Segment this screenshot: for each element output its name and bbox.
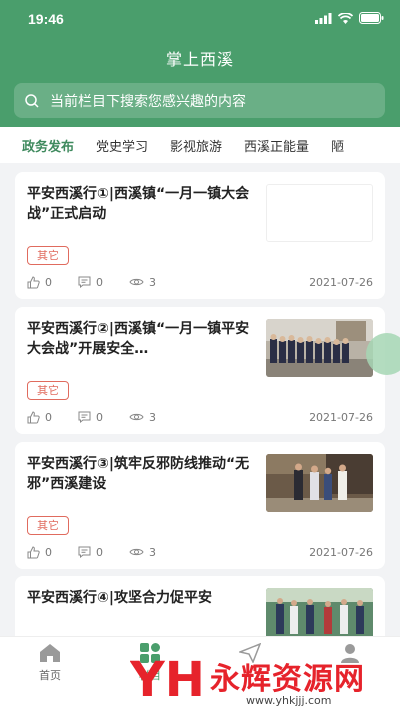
status-bar: 19:46 (0, 0, 400, 38)
like-stat[interactable]: 0 (27, 411, 52, 424)
category-tag: 其它 (27, 516, 69, 535)
signal-icon (315, 12, 332, 24)
like-stat[interactable]: 0 (27, 546, 52, 559)
article-title: 平安西溪行①|西溪镇“一月一镇大会战”正式启动 (27, 186, 250, 222)
comment-count: 0 (96, 545, 103, 559)
comment-stat[interactable]: 0 (78, 546, 103, 559)
battery-icon (359, 12, 384, 24)
watermark-logo: YH (130, 652, 205, 706)
view-count: 3 (149, 275, 156, 289)
comment-icon (78, 546, 91, 558)
article-thumbnail (266, 184, 373, 242)
tabbar-home-label: 首页 (39, 669, 61, 682)
view-stat: 3 (129, 546, 156, 559)
app-header: 19:46 掌上西溪 当前栏目下搜索您感兴趣的内容 (0, 0, 400, 127)
status-icons (315, 12, 384, 24)
article-title: 平安西溪行②|西溪镇“一月一镇平安大会战”开展安全… (27, 321, 250, 357)
tab-positive-energy[interactable]: 西溪正能量 (244, 136, 309, 155)
view-count: 3 (149, 410, 156, 424)
article-card[interactable]: 平安西溪行①|西溪镇“一月一镇大会战”正式启动 其它 0 0 3 2021-07… (15, 172, 385, 299)
like-count: 0 (45, 275, 52, 289)
comment-stat[interactable]: 0 (78, 411, 103, 424)
thumbs-up-icon (27, 410, 40, 423)
like-count: 0 (45, 410, 52, 424)
home-icon (40, 644, 60, 662)
photo-street-visit (266, 454, 373, 512)
article-photo (266, 454, 373, 512)
article-title: 平安西溪行③|筑牢反邪防线推动“无邪”西溪建设 (27, 456, 250, 492)
thumbs-up-icon (27, 275, 40, 288)
view-stat: 3 (129, 276, 156, 289)
article-date: 2021-07-26 (309, 275, 373, 289)
thumbs-up-icon (27, 545, 40, 558)
tab-partial[interactable]: 陋 (331, 136, 344, 155)
view-stat: 3 (129, 411, 156, 424)
like-stat[interactable]: 0 (27, 276, 52, 289)
article-title: 平安西溪行④|攻坚合力促平安 (27, 590, 212, 606)
wifi-icon (338, 12, 353, 24)
watermark: YH 永辉资源网 www.yhkjjj.com (130, 650, 400, 710)
article-card[interactable]: 平安西溪行②|西溪镇“一月一镇平安大会战”开展安全… 其它 0 0 3 2021… (15, 307, 385, 434)
app-title: 掌上西溪 (165, 50, 234, 69)
article-date: 2021-07-26 (309, 410, 373, 424)
comment-icon (78, 276, 91, 288)
like-count: 0 (45, 545, 52, 559)
photo-police-lineup (266, 319, 373, 377)
tab-party-history[interactable]: 党史学习 (96, 136, 148, 155)
category-tag: 其它 (27, 381, 69, 400)
article-date: 2021-07-26 (309, 545, 373, 559)
tab-film-travel[interactable]: 影视旅游 (170, 136, 222, 155)
article-stats: 0 0 3 2021-07-26 (27, 274, 373, 290)
comment-icon (78, 411, 91, 423)
status-time: 19:46 (28, 11, 64, 27)
comment-count: 0 (96, 410, 103, 424)
comment-stat[interactable]: 0 (78, 276, 103, 289)
svg-text:YH: YH (130, 652, 205, 706)
tabbar-home[interactable]: 首页 (20, 643, 80, 683)
article-card[interactable]: 平安西溪行③|筑牢反邪防线推动“无邪”西溪建设 其它 0 0 3 2021-07… (15, 442, 385, 569)
eye-icon (129, 278, 144, 286)
comment-count: 0 (96, 275, 103, 289)
search-bar[interactable]: 当前栏目下搜索您感兴趣的内容 (14, 83, 385, 118)
category-tabs: 政务发布 党史学习 影视旅游 西溪正能量 陋 (0, 127, 400, 163)
watermark-url: www.yhkjjj.com (246, 694, 332, 707)
search-icon (25, 93, 39, 108)
watermark-text: 永辉资源网 (210, 662, 365, 697)
category-tag: 其它 (27, 246, 69, 265)
eye-icon (129, 413, 144, 421)
search-placeholder: 当前栏目下搜索您感兴趣的内容 (50, 93, 246, 110)
article-photo (266, 319, 373, 377)
view-count: 3 (149, 545, 156, 559)
article-stats: 0 0 3 2021-07-26 (27, 409, 373, 425)
eye-icon (129, 548, 144, 556)
article-stats: 0 0 3 2021-07-26 (27, 544, 373, 560)
tab-gov-release[interactable]: 政务发布 (22, 136, 74, 155)
floating-action-button[interactable] (366, 333, 400, 375)
